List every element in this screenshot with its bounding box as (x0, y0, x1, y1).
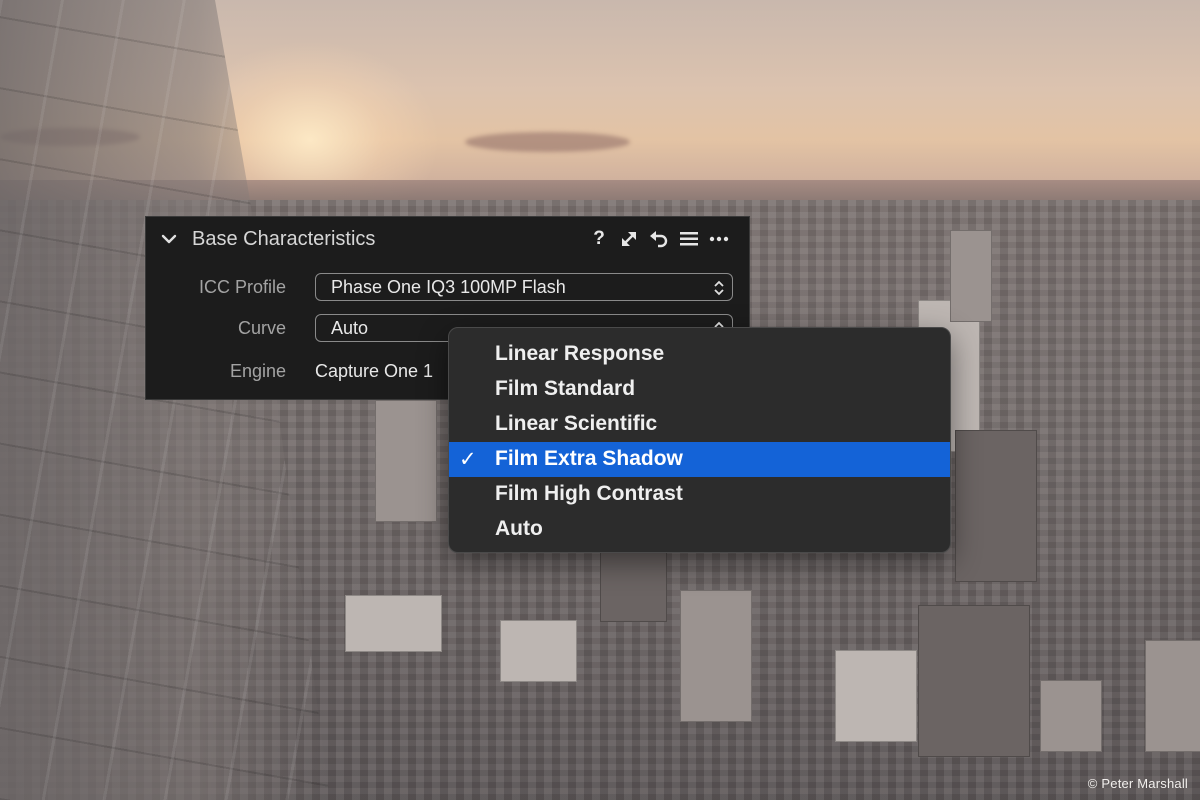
menu-item-label: Linear Scientific (495, 412, 658, 435)
icc-profile-select[interactable]: Phase One IQ3 100MP Flash (315, 273, 733, 301)
panel-header[interactable]: Base Characteristics ? (146, 217, 749, 261)
engine-label: Engine (229, 361, 286, 381)
building (955, 430, 1037, 582)
chevron-down-icon[interactable] (160, 231, 178, 247)
panel-tools: ? (589, 228, 729, 250)
building (1040, 680, 1102, 752)
building (1145, 640, 1200, 752)
menu-item-label: Linear Response (495, 342, 665, 365)
photo-credit: © Peter Marshall (1087, 776, 1188, 791)
building (680, 590, 752, 722)
more-icon[interactable] (709, 229, 729, 249)
building (500, 620, 577, 682)
building (600, 550, 667, 622)
building (950, 230, 992, 322)
menu-item-label: Film Extra Shadow (495, 447, 683, 470)
menu-item-auto[interactable]: Auto (449, 512, 950, 547)
icc-profile-value: Phase One IQ3 100MP Flash (331, 277, 566, 297)
menu-item-film-standard[interactable]: Film Standard (449, 372, 950, 407)
menu-item-linear-scientific[interactable]: Linear Scientific (449, 407, 950, 442)
menu-item-film-extra-shadow[interactable]: ✓ Film Extra Shadow (449, 442, 950, 477)
help-icon[interactable]: ? (589, 228, 609, 249)
preset-list-icon[interactable] (679, 229, 699, 249)
menu-item-linear-response[interactable]: Linear Response (449, 337, 950, 372)
cloud (465, 132, 630, 152)
menu-item-film-high-contrast[interactable]: Film High Contrast (449, 477, 950, 512)
building (345, 595, 442, 652)
building (835, 650, 917, 742)
checkmark-icon: ✓ (459, 448, 477, 471)
menu-item-label: Film Standard (495, 377, 636, 400)
curve-dropdown-menu: Linear Response Film Standard Linear Sci… (448, 327, 951, 553)
expand-icon[interactable] (619, 229, 639, 249)
up-down-chevron-icon (714, 280, 724, 296)
building (375, 400, 437, 522)
menu-item-label: Auto (495, 517, 543, 540)
curve-label: Curve (237, 318, 286, 338)
building (918, 605, 1030, 757)
engine-value: Capture One 1 (315, 361, 434, 381)
icc-profile-label: ICC Profile (198, 277, 286, 297)
curve-value: Auto (331, 318, 369, 338)
menu-item-label: Film High Contrast (495, 482, 683, 505)
panel-title: Base Characteristics (192, 228, 376, 250)
reset-icon[interactable] (649, 229, 669, 249)
